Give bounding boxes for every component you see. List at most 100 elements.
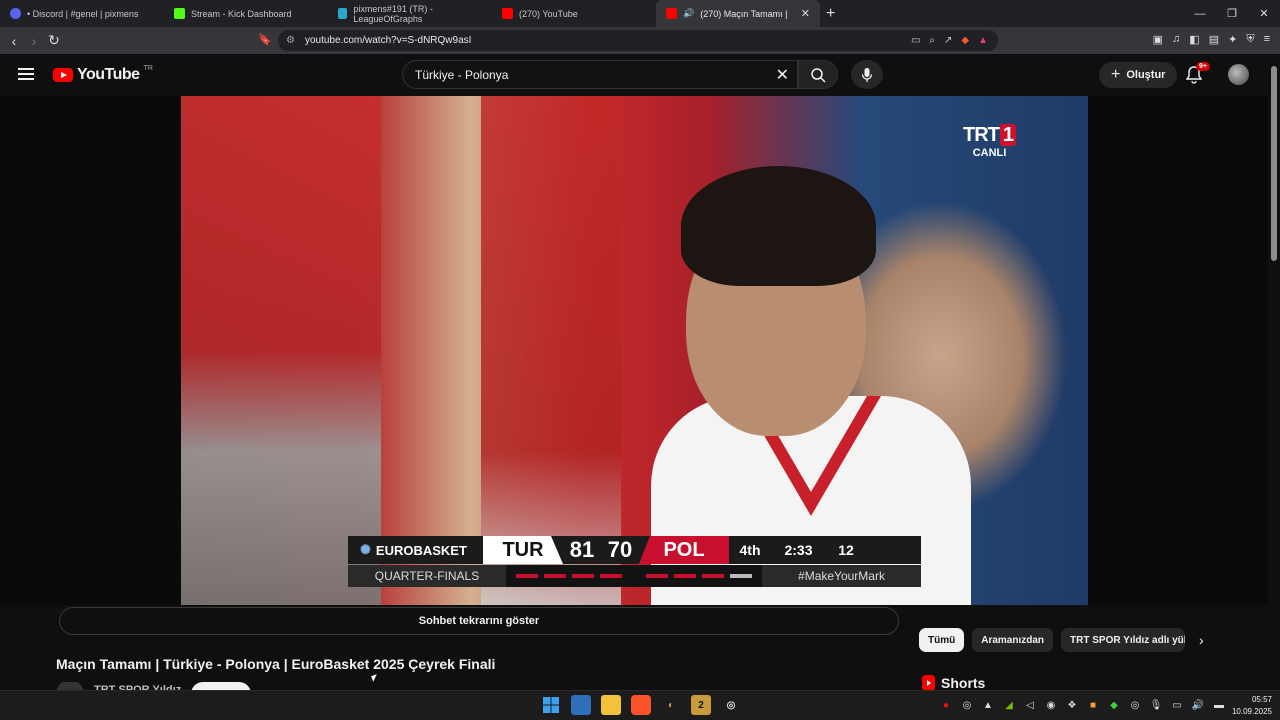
youtube-icon: [502, 8, 513, 19]
media-icon[interactable]: ♫: [1172, 33, 1180, 46]
tab-label: (270) Maçın Tamamı | Türkiye: [700, 8, 790, 19]
system-tray: ● ◎ ▲ ◢ ◁ ◉ ❖ ■ ◆ ◎ 🎙 ▭ 🔊 ▬: [940, 699, 1225, 711]
youtube-logo[interactable]: YouTube TR: [53, 65, 153, 84]
tab-youtube[interactable]: (270) YouTube: [492, 0, 656, 27]
clock-date: 10.09.2025: [1231, 707, 1272, 716]
chevron-right-icon[interactable]: ›: [1199, 632, 1204, 648]
address-bar[interactable]: ⚙ youtube.com/watch?v=S-dNRQw9asI ▭ ⌕ ↗ …: [278, 30, 998, 51]
app-tray-icon[interactable]: ◆: [1108, 699, 1120, 711]
steam-icon[interactable]: ◎: [721, 695, 741, 715]
screenshot-icon[interactable]: ▣: [1153, 33, 1163, 46]
minimize-button[interactable]: —: [1184, 0, 1216, 27]
tab-leagueofgraphs[interactable]: pixmens#191 (TR) - LeagueOfGraphs: [328, 0, 492, 27]
close-icon[interactable]: ✕: [801, 7, 810, 20]
search-button[interactable]: [798, 60, 838, 89]
video-content: [181, 96, 381, 605]
file-explorer-icon[interactable]: [601, 695, 621, 715]
show-chat-replay-button[interactable]: Sohbet tekrarını göster: [59, 607, 899, 635]
forward-button[interactable]: ›: [24, 33, 44, 49]
notification-badge: 9+: [1196, 62, 1210, 71]
windows-start-icon[interactable]: [541, 695, 561, 715]
share-icon[interactable]: ↗: [944, 35, 952, 46]
volume-icon[interactable]: 🔊: [1192, 699, 1204, 711]
app-tray-icon[interactable]: ❖: [1066, 699, 1078, 711]
windows-taskbar: ◐ 2 ◎ ● ◎ ▲ ◢ ◁ ◉ ❖ ■ ◆ ◎ 🎙 ▭ 🔊 ▬ 05:57 …: [0, 690, 1280, 720]
create-button[interactable]: + Oluştur: [1099, 62, 1178, 88]
menu-icon[interactable]: ≡: [1264, 33, 1270, 46]
chip-all[interactable]: Tümü: [919, 628, 965, 652]
site-info-icon[interactable]: ⚙: [286, 35, 295, 46]
network-icon[interactable]: ▭: [1171, 699, 1183, 711]
search-value: Türkiye - Polonya: [415, 67, 509, 82]
app-tray-icon[interactable]: ■: [1087, 699, 1099, 711]
leo-icon[interactable]: ✦: [1228, 33, 1237, 46]
youtube-icon: [666, 8, 677, 19]
gallery-icon[interactable]: [571, 695, 591, 715]
chip-channel[interactable]: TRT SPOR Yıldız adlı yük: [1061, 628, 1186, 652]
microphone-icon[interactable]: 🎙: [1150, 699, 1163, 711]
zoom-icon[interactable]: ⌕: [929, 35, 935, 46]
brave-shield-icon[interactable]: ◆: [961, 35, 969, 46]
scrollbar-thumb[interactable]: [1271, 66, 1277, 261]
app-tray-icon[interactable]: ◉: [1045, 699, 1057, 711]
app-icon[interactable]: 2: [691, 695, 711, 715]
vpn-icon[interactable]: ⛨: [1246, 33, 1254, 46]
video-player[interactable]: TRT 1 CANLI ✺ EUROBASKET TUR 81 70 POL 4t…: [0, 96, 1268, 605]
search-icon: [811, 67, 826, 83]
taskbar-clock[interactable]: 05:57 10.09.2025: [1232, 694, 1272, 718]
search-input[interactable]: Türkiye - Polonya ✕: [402, 60, 798, 89]
app-tray-icon[interactable]: ▲: [982, 699, 994, 711]
broadcaster-logo: TRT 1 CANLI: [963, 124, 1017, 159]
tab-label: pixmens#191 (TR) - LeagueOfGraphs: [353, 3, 433, 24]
microphone-icon: [861, 67, 873, 82]
league-client-icon[interactable]: ◐: [661, 695, 681, 715]
clock-time: 05:57: [1251, 695, 1272, 704]
eurobasket-icon: ✺: [360, 542, 371, 557]
chip-from-search[interactable]: Aramanızdan: [972, 628, 1054, 652]
team-home: TUR: [483, 536, 563, 564]
steam-tray-icon[interactable]: ◎: [961, 699, 973, 711]
bookmark-icon[interactable]: 🔖: [258, 33, 272, 46]
rewards-icon[interactable]: ▲: [978, 35, 988, 46]
discord-icon: [10, 8, 21, 19]
score-away: 70: [607, 537, 633, 562]
game-clock: 2:33: [784, 542, 813, 558]
brave-browser-icon[interactable]: [631, 695, 651, 715]
scoreboard: ✺ EUROBASKET TUR 81 70 POL 4th 2:33 12 Q…: [348, 536, 921, 588]
tab-label: Stream - Kick Dashboard: [191, 8, 292, 19]
browser-toolbar: ‹ › ↻ 🔖 ⚙ youtube.com/watch?v=S-dNRQw9as…: [0, 27, 1280, 54]
battery-icon[interactable]: ▬: [1213, 699, 1225, 711]
sidebar-icon[interactable]: ◧: [1189, 33, 1199, 46]
youtube-header: YouTube TR Türkiye - Polonya ✕ + Oluştur…: [0, 54, 1268, 96]
video-content: [681, 166, 876, 286]
back-button[interactable]: ‹: [4, 33, 24, 49]
new-tab-button[interactable]: +: [826, 5, 835, 23]
speaker-icon: 🔊: [683, 8, 695, 18]
tab-youtube-active[interactable]: 🔊 (270) Maçın Tamamı | Türkiye ✕: [656, 0, 820, 27]
cast-icon[interactable]: ▭: [911, 35, 920, 46]
shorts-section-header: Shorts: [922, 675, 985, 691]
leagueofgraphs-icon: [338, 8, 348, 19]
page-scrollbar[interactable]: [1268, 54, 1280, 690]
live-label: CANLI: [972, 147, 1007, 159]
app-tray-icon[interactable]: ◁: [1024, 699, 1036, 711]
record-icon[interactable]: ●: [940, 699, 952, 711]
voice-search-button[interactable]: [851, 60, 883, 89]
taskbar-apps: ◐ 2 ◎: [541, 695, 741, 715]
video-frame[interactable]: TRT 1 CANLI ✺ EUROBASKET TUR 81 70 POL 4t…: [181, 96, 1088, 605]
reload-button[interactable]: ↻: [44, 32, 64, 49]
kick-icon: [174, 8, 185, 19]
maximize-button[interactable]: ❐: [1216, 0, 1248, 27]
tab-discord[interactable]: • Discord | #genel | pixmens: [0, 0, 164, 27]
shorts-label: Shorts: [941, 675, 986, 691]
close-window-button[interactable]: ✕: [1248, 0, 1280, 27]
clear-search-icon[interactable]: ✕: [776, 65, 789, 85]
mouse-cursor: [371, 674, 379, 682]
app-tray-icon[interactable]: ◎: [1129, 699, 1141, 711]
avatar[interactable]: [1228, 64, 1249, 85]
team-away: POL: [639, 536, 729, 564]
tab-kick[interactable]: Stream - Kick Dashboard: [164, 0, 328, 27]
nvidia-icon[interactable]: ◢: [1003, 699, 1015, 711]
wallet-icon[interactable]: ▤: [1209, 33, 1219, 46]
menu-icon[interactable]: [18, 68, 34, 80]
